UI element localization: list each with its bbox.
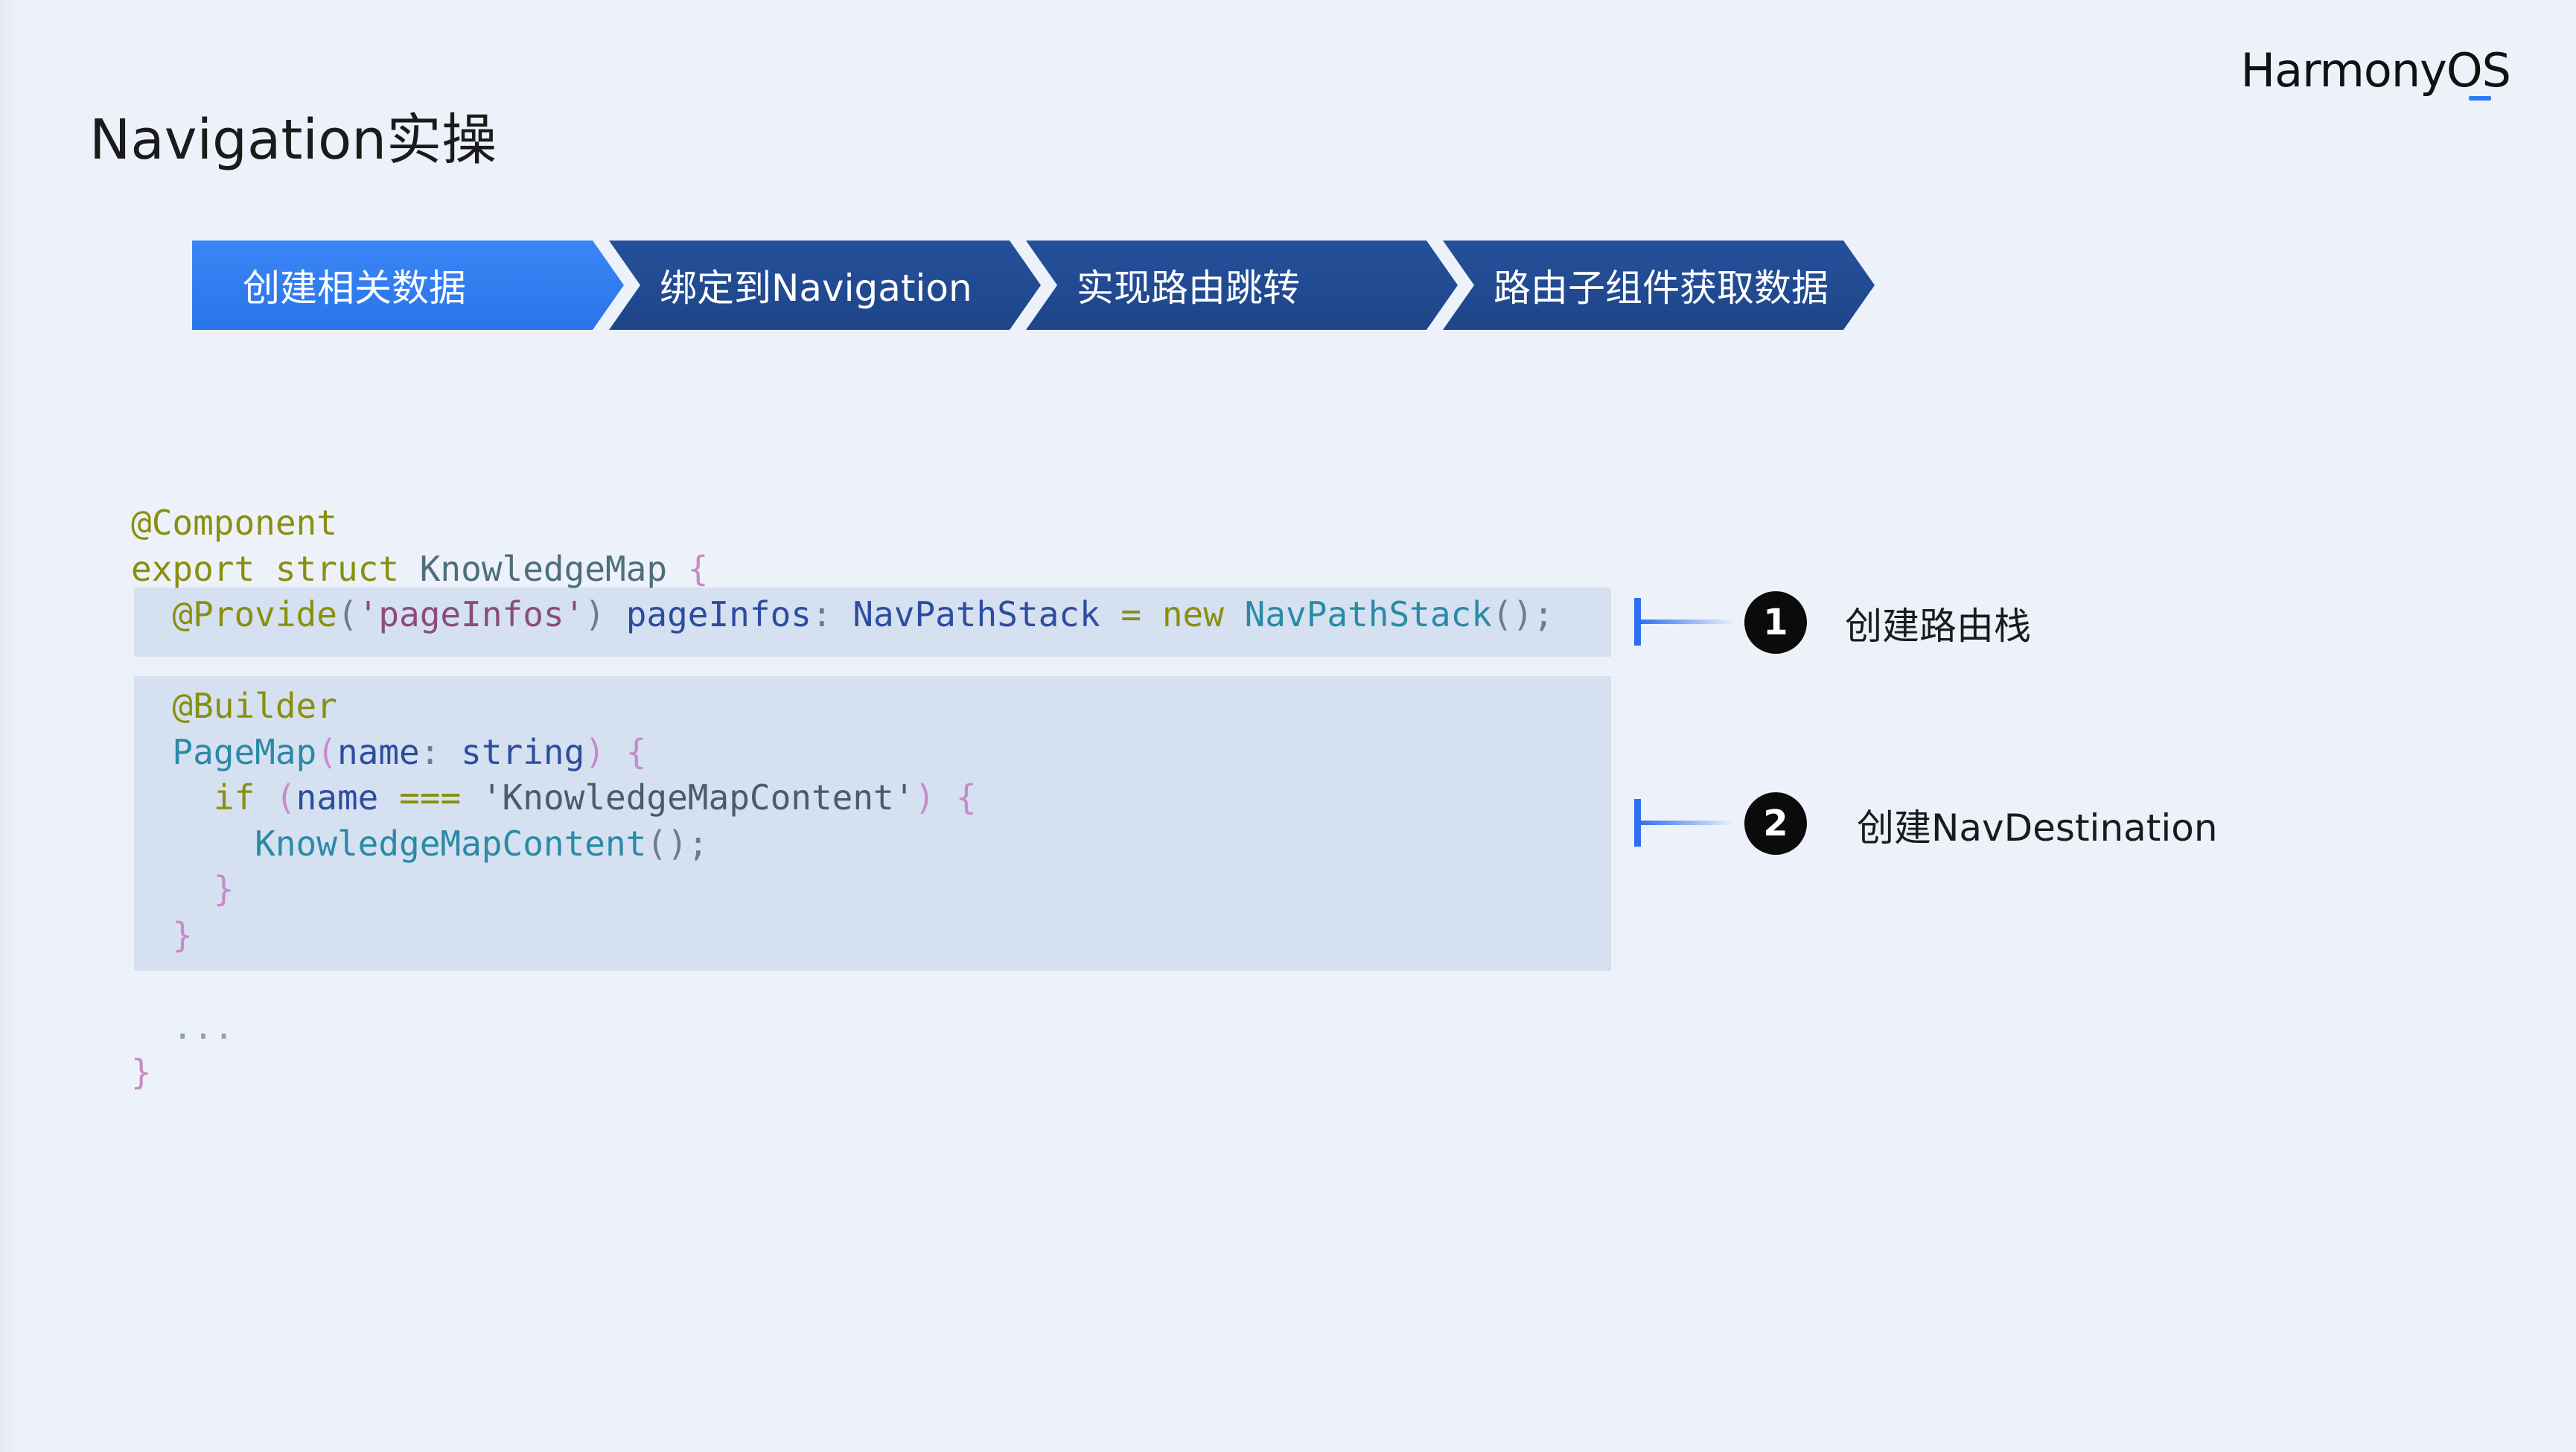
code-token: 'KnowledgeMapContent' (481, 777, 915, 818)
code-token: NavPathStack (852, 594, 1100, 634)
slide: Navigation实操 HarmonyOS 创建相关数据 绑定到Navigat… (0, 0, 2576, 1452)
code-token: KnowledgeMap (419, 548, 668, 589)
code-token: @Provide (172, 594, 337, 634)
code-token: KnowledgeMapContent (255, 823, 647, 864)
code-token: { (955, 777, 977, 818)
code-token: ( (275, 777, 296, 818)
code-token: ) (914, 777, 936, 818)
code-line-10: ... (131, 1004, 1554, 1051)
code-token: new (1161, 594, 1224, 634)
step-child-get-data: 路由子组件获取数据 (1443, 241, 1875, 330)
code-token: string (461, 731, 585, 772)
code-token: PageMap (172, 731, 317, 772)
code-token: } (172, 914, 194, 955)
code-line-11: } (131, 1050, 1554, 1096)
code-token: if (213, 777, 255, 818)
code-token: name (337, 731, 420, 772)
code-token: { (687, 548, 709, 589)
code-token: : (419, 731, 441, 772)
harmonyos-logo: HarmonyOS (2240, 43, 2511, 98)
annotation-2-connector (1638, 821, 1735, 825)
code-token: name (296, 777, 379, 818)
code-token: @Component (131, 503, 337, 543)
code-token: = (1120, 594, 1142, 634)
code-line-4: @Builder (131, 684, 1554, 730)
code-line-7: KnowledgeMapContent(); (131, 821, 1554, 867)
code-token: } (213, 869, 235, 909)
code-line-5: PageMap(name: string) { (131, 730, 1554, 776)
annotation-1-text: 创建路由栈 (1845, 605, 2031, 648)
code-token: export struct (131, 548, 400, 589)
code-token: 'pageInfos' (357, 594, 585, 634)
annotation-1-number: 1 (1744, 591, 1807, 654)
code-token: ) (584, 731, 606, 772)
logo-accent-mark (2469, 96, 2491, 101)
annotation-2-text: 创建NavDestination (1857, 806, 2218, 850)
code-token: NavPathStack (1244, 594, 1492, 634)
step-route-jump: 实现路由跳转 (1026, 241, 1458, 330)
code-token: (); (646, 823, 709, 864)
slide-title: Navigation实操 (89, 108, 497, 172)
code-line-2: export struct KnowledgeMap { (131, 547, 1554, 593)
code-token: ) (584, 594, 605, 634)
step-bind-navigation: 绑定到Navigation (609, 241, 1041, 330)
code-token: { (625, 731, 647, 772)
code-line-6: if (name === 'KnowledgeMapContent') { (131, 775, 1554, 821)
code-token: : (811, 594, 832, 634)
code-token: (); (1491, 594, 1555, 634)
step-create-data: 创建相关数据 (192, 241, 624, 330)
code-line-8: } (131, 867, 1554, 913)
code-line-9: } (131, 913, 1554, 959)
code-block: @Component export struct KnowledgeMap { @… (131, 500, 1554, 1096)
code-token: ( (316, 731, 337, 772)
annotation-2-number: 2 (1744, 792, 1807, 855)
code-token: @Builder (172, 686, 337, 726)
annotation-1-connector (1638, 620, 1735, 624)
code-token: pageInfos (625, 594, 812, 634)
code-line-1: @Component (131, 500, 1554, 547)
code-token: ( (337, 594, 358, 634)
code-token: ... (172, 1006, 235, 1047)
code-line-3: @Provide('pageInfos') pageInfos: NavPath… (131, 592, 1554, 638)
code-token: === (399, 777, 462, 818)
code-token: } (131, 1052, 152, 1092)
left-edge-shade (0, 0, 19, 1452)
